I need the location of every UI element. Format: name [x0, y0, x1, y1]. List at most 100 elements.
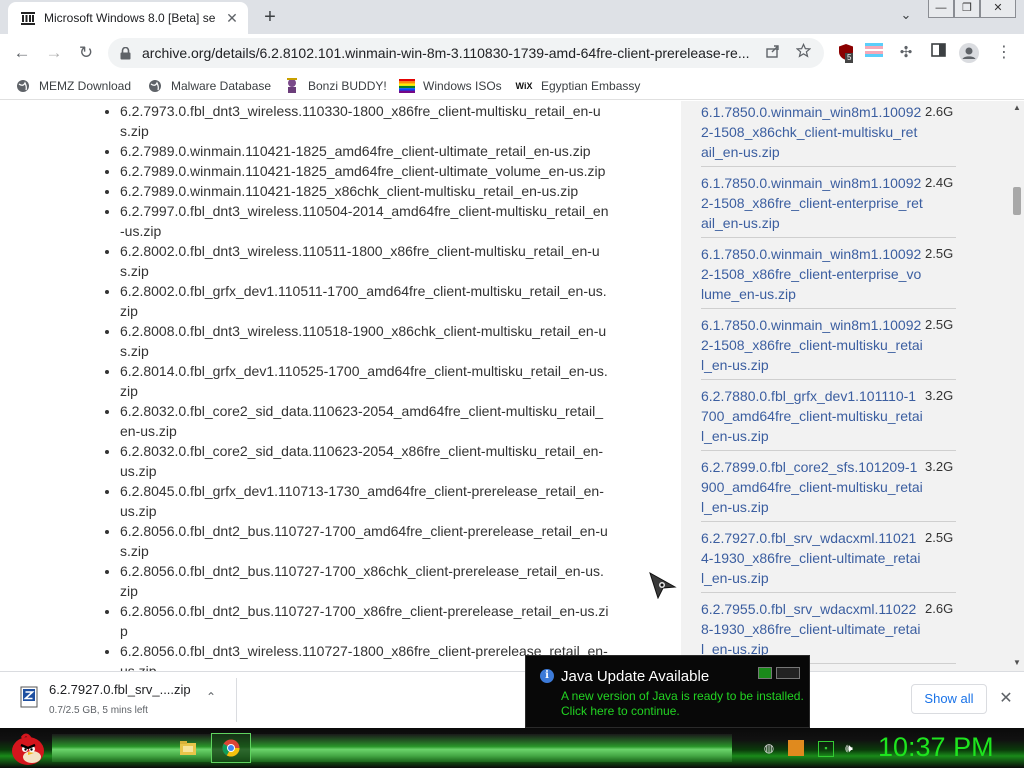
url-text[interactable]: archive.org/details/6.2.8102.101.winmain… [142, 45, 754, 61]
new-tab-button[interactable]: + [258, 6, 282, 28]
related-item-link[interactable]: 6.2.7880.0.fbl_grfx_dev1.101110-1700_amd… [701, 386, 923, 446]
taskbar-file-explorer[interactable] [168, 733, 208, 763]
trans-flag-extension-icon[interactable] [864, 43, 884, 63]
close-shelf-icon[interactable]: ✕ [996, 688, 1016, 708]
notification-pin-icon[interactable] [758, 667, 772, 679]
java-update-notification[interactable]: i Java Update Available A new version of… [525, 655, 810, 728]
globe-icon [15, 78, 31, 94]
browser-menu-icon[interactable]: ⋮ [994, 43, 1014, 63]
window-close-button[interactable]: ✕ [980, 0, 1016, 18]
page-content: 6.2.7973.0.fbl_dnt3_wireless.110330-1800… [0, 101, 1010, 671]
bookmark-label: Windows ISOs [423, 79, 502, 93]
related-item-size: 2.6G [925, 104, 954, 119]
bookmark-star-icon[interactable] [792, 42, 814, 64]
file-list-item[interactable]: 6.2.7997.0.fbl_dnt3_wireless.110504-2014… [120, 201, 610, 241]
restore-button[interactable]: ❐ [954, 0, 980, 18]
side-panel-icon[interactable] [928, 43, 948, 63]
bookmark-egyptian-embassy[interactable]: WiX Egyptian Embassy [515, 77, 641, 95]
browser-tab-active[interactable]: Microsoft Windows 8.0 [Beta] se ✕ [8, 2, 248, 34]
tab-strip: Microsoft Windows 8.0 [Beta] se ✕ + ⌄ — … [0, 0, 1024, 34]
browser-toolbar: ← → ↻ archive.org/details/6.2.8102.101.w… [0, 34, 1024, 72]
tab-close-icon[interactable]: ✕ [224, 10, 240, 26]
file-list-item[interactable]: 6.2.8008.0.fbl_dnt3_wireless.110518-1900… [120, 321, 610, 361]
reload-button[interactable]: ↻ [74, 41, 98, 65]
lock-icon[interactable] [118, 46, 132, 60]
bookmark-windows-isos[interactable]: Windows ISOs [399, 77, 502, 95]
related-item-link[interactable]: 6.1.7850.0.winmain_win8m1.100922-1508_x8… [701, 244, 923, 304]
tab-title: Microsoft Windows 8.0 [Beta] se [44, 11, 216, 25]
related-item[interactable]: 6.2.7880.0.fbl_grfx_dev1.101110-1700_amd… [701, 386, 956, 451]
related-item[interactable]: 6.1.7850.0.winmain_win8m1.100922-1508_x8… [701, 244, 956, 309]
file-list-item[interactable]: 6.2.8056.0.fbl_dnt2_bus.110727-1700_amd6… [120, 521, 610, 561]
file-list-item[interactable]: 6.2.8032.0.fbl_core2_sid_data.110623-205… [120, 441, 610, 481]
related-item-size: 2.6G [925, 601, 954, 616]
file-list-item[interactable]: 6.2.8002.0.fbl_dnt3_wireless.110511-1800… [120, 241, 610, 281]
page-scrollbar[interactable]: ▲ ▼ [1010, 101, 1024, 671]
related-item-size: 2.5G [925, 317, 954, 332]
start-button-angry-bird-icon[interactable] [8, 730, 46, 766]
tray-display-icon[interactable]: ▪ [818, 741, 834, 757]
file-list-item[interactable]: 6.2.8014.0.fbl_grfx_dev1.110525-1700_amd… [120, 361, 610, 401]
bookmark-memz-download[interactable]: MEMZ Download [15, 77, 131, 95]
chevron-up-icon[interactable]: ⌃ [206, 690, 216, 704]
tab-search-icon[interactable]: ⌄ [896, 7, 916, 27]
related-item[interactable]: 6.2.7927.0.fbl_srv_wdacxml.110214-1930_x… [701, 528, 956, 593]
download-filename: 6.2.7927.0.fbl_srv_....zip [49, 682, 191, 697]
related-items-panel: 6.1.7850.0.winmain_win8m1.100922-1508_x8… [681, 101, 1010, 671]
file-list-item[interactable]: 6.2.7989.0.winmain.110421-1825_amd64fre_… [120, 141, 610, 161]
ublock-extension-icon[interactable]: 5 [836, 43, 856, 63]
extension-badge: 5 [845, 53, 854, 63]
taskbar-chrome[interactable] [211, 733, 251, 763]
taskbar-glow [52, 734, 732, 762]
related-item[interactable]: 6.1.7850.0.winmain_win8m1.100922-1508_x8… [701, 173, 956, 238]
related-item-link[interactable]: 6.2.7899.0.fbl_core2_sfs.101209-1900_amd… [701, 457, 923, 517]
bookmark-label: MEMZ Download [39, 79, 132, 93]
share-icon[interactable] [762, 42, 784, 64]
notification-close-icon[interactable] [776, 667, 800, 679]
related-item-link[interactable]: 6.2.7955.0.fbl_srv_wdacxml.110228-1930_x… [701, 599, 923, 659]
profile-avatar-icon[interactable] [959, 43, 979, 63]
info-icon: i [540, 669, 554, 683]
scrollbar-thumb[interactable] [1013, 187, 1021, 215]
scroll-up-arrow-icon[interactable]: ▲ [1013, 103, 1021, 112]
bookmark-label: Egyptian Embassy [541, 79, 641, 93]
bookmark-bonzi-buddy[interactable]: Bonzi BUDDY! [284, 77, 387, 95]
file-list-item[interactable]: 6.2.8032.0.fbl_core2_sid_data.110623-205… [120, 401, 610, 441]
taskbar: ◍ ▪ 🕪 10:37 PM [0, 728, 1024, 768]
forward-button[interactable]: → [42, 41, 66, 65]
bookmark-label: Malware Database [171, 79, 272, 93]
bookmark-label: Bonzi BUDDY! [308, 79, 387, 93]
file-list-item[interactable]: 6.2.8056.0.fbl_dnt2_bus.110727-1700_x86f… [120, 601, 610, 641]
back-button[interactable]: ← [10, 41, 34, 65]
taskbar-clock[interactable]: 10:37 PM [878, 732, 994, 763]
show-all-button[interactable]: Show all [911, 684, 987, 714]
extensions-puzzle-icon[interactable]: ✣ [896, 43, 916, 63]
related-item-size: 2.4G [925, 175, 954, 190]
file-list-item[interactable]: 6.2.7989.0.winmain.110421-1825_x86chk_cl… [120, 181, 610, 201]
bookmarks-bar: MEMZ Download Malware Database Bonzi BUD… [0, 72, 1024, 100]
related-item[interactable]: 6.1.7850.0.winmain_win8m1.100922-1508_x8… [701, 102, 956, 167]
java-tray-icon[interactable] [788, 740, 804, 756]
related-item-link[interactable]: 6.1.7850.0.winmain_win8m1.100922-1508_x8… [701, 315, 923, 375]
file-list-item[interactable]: 6.2.7973.0.fbl_dnt3_wireless.110330-1800… [120, 101, 610, 141]
notification-message[interactable]: A new version of Java is ready to be ins… [561, 689, 806, 719]
file-list-item[interactable]: 6.2.8002.0.fbl_grfx_dev1.110511-1700_amd… [120, 281, 610, 321]
scroll-down-arrow-icon[interactable]: ▼ [1013, 658, 1021, 667]
related-item[interactable]: 6.1.7850.0.winmain_win8m1.100922-1508_x8… [701, 315, 956, 380]
tray-network-icon[interactable]: ◍ [762, 741, 776, 755]
download-item[interactable]: 6.2.7927.0.fbl_srv_....zip 0.7/2.5 GB, 5… [10, 678, 237, 722]
related-item-link[interactable]: 6.1.7850.0.winmain_win8m1.100922-1508_x8… [701, 173, 923, 233]
file-list-item[interactable]: 6.2.8045.0.fbl_grfx_dev1.110713-1730_amd… [120, 481, 610, 521]
zip-file-icon [20, 686, 38, 708]
notification-title: Java Update Available [561, 668, 710, 685]
wix-icon: WiX [515, 81, 533, 91]
related-item[interactable]: 6.2.7899.0.fbl_core2_sfs.101209-1900_amd… [701, 457, 956, 522]
tray-volume-icon[interactable]: 🕪 [842, 741, 856, 755]
file-list-item[interactable]: 6.2.7989.0.winmain.110421-1825_amd64fre_… [120, 161, 610, 181]
address-bar[interactable]: archive.org/details/6.2.8102.101.winmain… [108, 38, 824, 68]
file-list-item[interactable]: 6.2.8056.0.fbl_dnt2_bus.110727-1700_x86c… [120, 561, 610, 601]
related-item-link[interactable]: 6.1.7850.0.winmain_win8m1.100922-1508_x8… [701, 102, 923, 162]
minimize-button[interactable]: — [928, 0, 954, 18]
bookmark-malware-database[interactable]: Malware Database [147, 77, 271, 95]
related-item-link[interactable]: 6.2.7927.0.fbl_srv_wdacxml.110214-1930_x… [701, 528, 923, 588]
